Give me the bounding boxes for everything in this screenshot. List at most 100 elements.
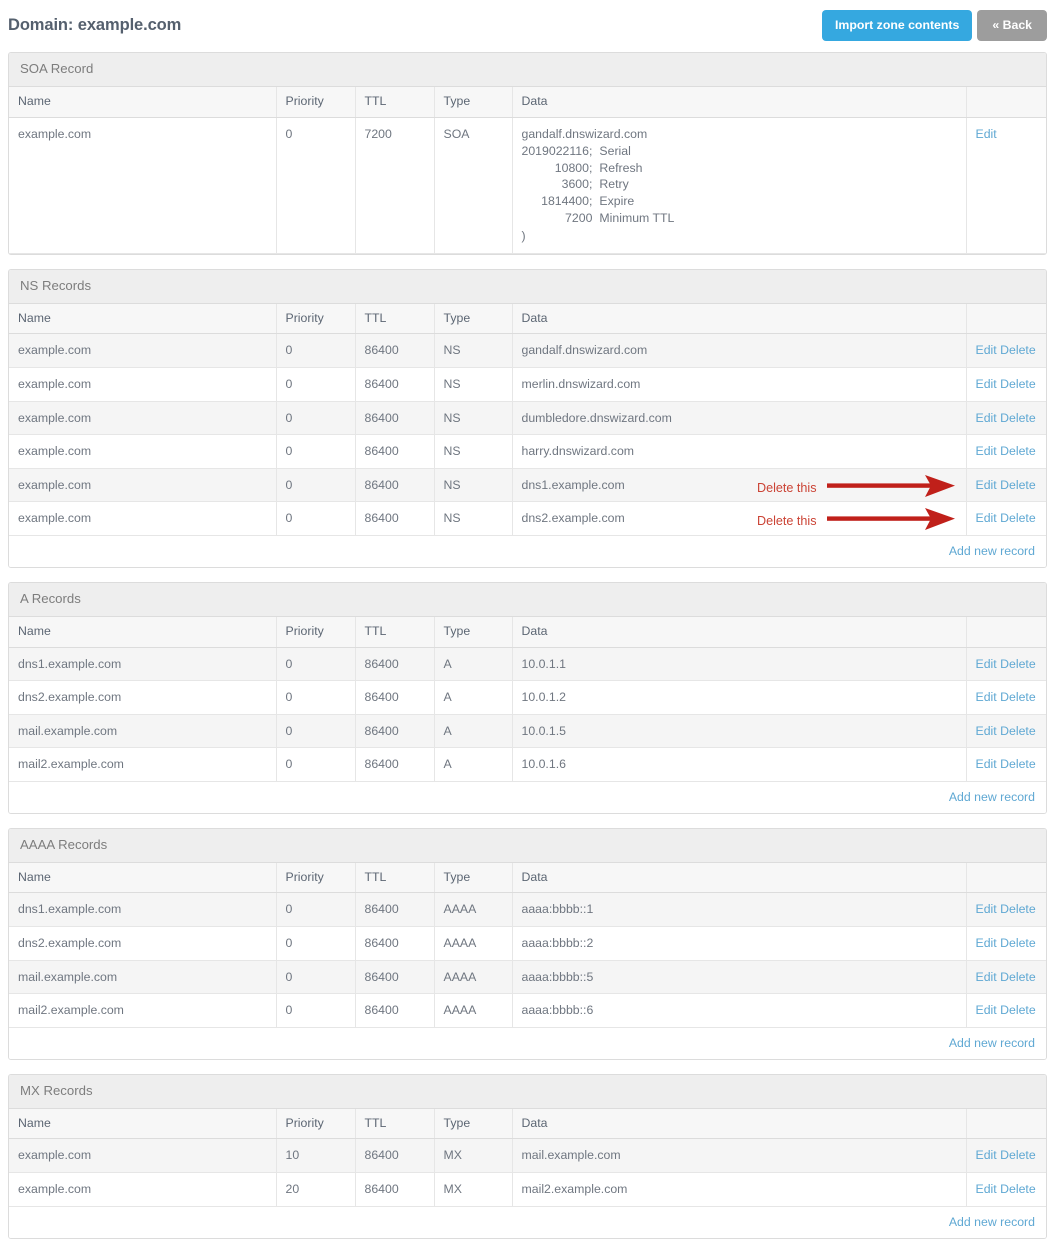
edit-link[interactable]: Edit (976, 411, 997, 425)
delete-link[interactable]: Delete (1000, 478, 1036, 492)
delete-link[interactable]: Delete (1000, 511, 1036, 525)
edit-link[interactable]: Edit (976, 757, 997, 771)
column-header-actions (966, 616, 1046, 648)
cell-name: example.com (9, 367, 277, 402)
delete-link[interactable]: Delete (1000, 411, 1036, 425)
cell-name: example.com (9, 333, 277, 368)
import-zone-contents-button[interactable]: Import zone contents (822, 10, 973, 42)
column-header-priority: Priority (276, 1108, 356, 1140)
column-header-priority: Priority (276, 862, 356, 894)
cell-actions: Edit Delete (966, 714, 1046, 749)
records-table-a: Name Priority TTL Type Data dns1.example.com 0… (9, 616, 1046, 782)
edit-link[interactable]: Edit (976, 902, 997, 916)
delete-link[interactable]: Delete (1000, 690, 1036, 704)
soa-detail-block: 2019022116; Serial 10800; Refresh 3600; Retry… (522, 143, 675, 226)
delete-link[interactable]: Delete (1000, 1148, 1036, 1162)
cell-data: aaaa:bbbb::6 (512, 993, 967, 1028)
delete-link[interactable]: Delete (1000, 657, 1036, 671)
edit-link[interactable]: Edit (976, 1182, 997, 1196)
cell-type: A (434, 747, 513, 782)
cell-type: NS (434, 367, 513, 402)
cell-data: gandalf.dnswizard.com 2019022116; Serial 10… (512, 117, 967, 254)
delete-link[interactable]: Delete (1000, 724, 1036, 738)
cell-type: NS (434, 468, 513, 503)
column-header-actions (966, 303, 1046, 335)
table-header-row: Name Priority TTL Type Data (9, 862, 1046, 894)
soa-primary-ns: gandalf.dnswizard.com (521, 126, 648, 141)
cell-type: AAAA (434, 993, 513, 1028)
edit-link[interactable]: Edit (976, 127, 997, 141)
cell-priority: 0 (276, 747, 356, 782)
cell-type: NS (434, 333, 513, 368)
panel-title-a: A Records (9, 582, 1046, 617)
column-header-type: Type (434, 862, 513, 894)
cell-actions: Edit Delete (966, 468, 1046, 503)
panel-title-ns: NS Records (9, 269, 1046, 304)
edit-link[interactable]: Edit (976, 444, 997, 458)
soa-label: Expire (599, 193, 635, 208)
cell-data: harry.dnswizard.com (512, 434, 967, 469)
soa-label: Minimum TTL (599, 210, 675, 225)
records-table-mx: Name Priority TTL Type Data example.com 10 8640… (9, 1108, 1046, 1207)
table-row: example.com 20 86400 MX mail2.example.com Edi… (9, 1172, 1046, 1207)
cell-actions: Edit Delete (966, 680, 1046, 715)
panel-ns: NS Records Name Priority TTL Type Data example… (8, 268, 1047, 568)
delete-link[interactable]: Delete (1000, 757, 1036, 771)
edit-link[interactable]: Edit (976, 511, 997, 525)
delete-link[interactable]: Delete (1000, 444, 1036, 458)
cell-actions: Edit Delete (966, 333, 1046, 368)
column-header-data: Data (512, 1108, 967, 1140)
delete-link[interactable]: Delete (1000, 1003, 1036, 1017)
edit-link[interactable]: Edit (976, 690, 997, 704)
cell-data: 10.0.1.6 (512, 747, 967, 782)
column-header-priority: Priority (276, 303, 356, 335)
soa-line: 10800; Refresh (522, 160, 675, 177)
delete-link[interactable]: Delete (1000, 902, 1036, 916)
panel-footer-a: Add new record (9, 781, 1046, 813)
edit-link[interactable]: Edit (976, 343, 997, 357)
cell-priority: 20 (276, 1172, 356, 1207)
cell-actions: Edit Delete (966, 647, 1046, 682)
edit-link[interactable]: Edit (976, 1003, 997, 1017)
add-new-record-link[interactable]: Add new record (949, 1036, 1035, 1050)
add-new-record-link[interactable]: Add new record (949, 544, 1035, 558)
delete-link[interactable]: Delete (1000, 377, 1036, 391)
delete-link[interactable]: Delete (1000, 1182, 1036, 1196)
record-panels: SOA Record Name Priority TTL Type Data example… (0, 52, 1055, 1239)
column-header-actions (966, 86, 1046, 118)
edit-link[interactable]: Edit (976, 724, 997, 738)
cell-type: SOA (434, 117, 513, 254)
cell-name: dns2.example.com (9, 680, 277, 715)
cell-priority: 10 (276, 1138, 356, 1174)
cell-type: MX (434, 1138, 513, 1174)
cell-data: merlin.dnswizard.com (512, 367, 967, 402)
cell-ttl: 86400 (355, 1172, 435, 1207)
cell-data: 10.0.1.5 (512, 714, 967, 749)
column-header-name: Name (9, 862, 277, 894)
soa-line: 7200 Minimum TTL (522, 210, 675, 227)
back-button[interactable]: « Back (977, 10, 1047, 42)
cell-priority: 0 (276, 926, 356, 961)
edit-link[interactable]: Edit (976, 1148, 997, 1162)
add-new-record-link[interactable]: Add new record (949, 790, 1035, 804)
delete-link[interactable]: Delete (1000, 936, 1036, 950)
soa-value: 10800; (554, 160, 593, 175)
header-actions: Import zone contents « Back (822, 10, 1047, 42)
edit-link[interactable]: Edit (976, 936, 997, 950)
delete-link[interactable]: Delete (1000, 343, 1036, 357)
table-row: example.com 10 86400 MX mail.example.com Edit… (9, 1138, 1046, 1174)
add-new-record-link[interactable]: Add new record (949, 1215, 1035, 1229)
cell-data: 10.0.1.2 (512, 680, 967, 715)
column-header-data: Data (512, 86, 967, 118)
edit-link[interactable]: Edit (976, 657, 997, 671)
edit-link[interactable]: Edit (976, 478, 997, 492)
panel-soa: SOA Record Name Priority TTL Type Data example… (8, 52, 1047, 255)
page-title: Domain: example.com (8, 16, 182, 34)
delete-link[interactable]: Delete (1000, 970, 1036, 984)
panel-footer-ns: Add new record (9, 535, 1046, 567)
edit-link[interactable]: Edit (976, 377, 997, 391)
table-row: dns2.example.com 0 86400 AAAA aaaa:bbbb::2 Ed… (9, 926, 1046, 961)
cell-data: dns1.example.com (512, 468, 967, 503)
edit-link[interactable]: Edit (976, 970, 997, 984)
records-table-soa: Name Priority TTL Type Data example.com 0 7200 S… (9, 86, 1046, 254)
